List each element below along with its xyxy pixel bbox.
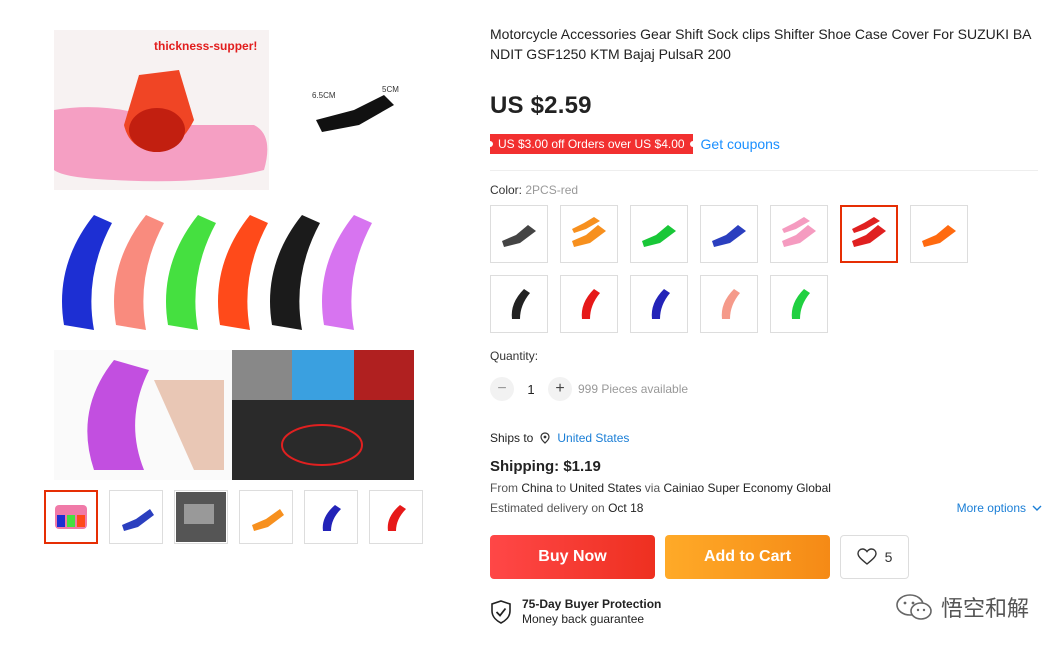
quantity-available: 999 Pieces available [578, 382, 689, 396]
color-label-text: Color: [490, 183, 523, 197]
color-swatch-5[interactable] [770, 205, 828, 263]
delivery-row: Estimated delivery on Oct 18 More option… [490, 501, 1042, 515]
route-via-prefix: via [644, 481, 661, 495]
color-swatch-10[interactable] [630, 275, 688, 333]
dimension-a: 6.5CM [312, 91, 336, 100]
protection-title: 75-Day Buyer Protection [522, 597, 662, 611]
chevron-down-icon [1032, 505, 1042, 511]
shield-check-icon [491, 600, 511, 624]
product-price: US $2.59 [490, 92, 592, 119]
swatch-shifter-image [852, 217, 886, 247]
action-buttons: Buy Now Add to Cart 5 [490, 535, 1050, 579]
thumbnail-6[interactable] [369, 490, 423, 544]
delivery-date: Oct 18 [608, 501, 644, 515]
route-from-prefix: From [490, 481, 518, 495]
get-coupons-link[interactable]: Get coupons [701, 136, 780, 152]
swatch-shifter-image [922, 225, 956, 247]
color-swatch-4[interactable] [700, 205, 758, 263]
quantity-stepper: − 1 + 999 Pieces available [490, 377, 1050, 401]
swatch-shifter-image [782, 217, 816, 247]
wechat-icon [896, 594, 932, 620]
color-label: Color: 2PCS-red [490, 183, 1050, 197]
color-swatch-8[interactable] [490, 275, 548, 333]
swatch-shifter-image [572, 217, 606, 247]
protection-subtitle: Money back guarantee [522, 612, 645, 626]
color-swatch-list [490, 205, 990, 333]
quantity-input[interactable]: 1 [514, 382, 548, 397]
coupon-badge[interactable]: US $3.00 off Orders over US $4.00 [490, 134, 693, 154]
product-photo-collage: thickness-supper! 6.5CM 5CM [54, 30, 414, 480]
divider [490, 170, 1038, 171]
thumbnail-2[interactable] [109, 490, 163, 544]
swatch-shifter-image [721, 289, 740, 319]
swatch-shifter-image [511, 289, 530, 319]
route-carrier: Cainiao Super Economy Global [663, 481, 831, 495]
image-caption: thickness-supper! [154, 39, 257, 53]
shipping-cost: Shipping: $1.19 [490, 458, 601, 475]
quantity-increase-button[interactable]: + [548, 377, 572, 401]
ships-to-label: Ships to [490, 431, 534, 445]
swatch-shifter-image [791, 289, 810, 319]
color-swatch-2[interactable] [560, 205, 618, 263]
product-title: Motorcycle Accessories Gear Shift Sock c… [490, 26, 1032, 62]
more-options-label: More options [956, 501, 1026, 515]
thumbnail-list [44, 490, 423, 544]
estimated-delivery: Estimated delivery on Oct 18 [490, 501, 643, 515]
watermark: 悟空和解 [895, 591, 1029, 623]
color-swatch-11[interactable] [700, 275, 758, 333]
location-pin-icon [540, 432, 550, 444]
color-swatch-12[interactable] [770, 275, 828, 333]
swatch-shifter-image [651, 289, 670, 319]
thumbnail-1[interactable] [44, 490, 98, 544]
product-info: Motorcycle Accessories Gear Shift Sock c… [490, 24, 1050, 627]
dimension-b: 5CM [382, 85, 399, 94]
color-swatch-3[interactable] [630, 205, 688, 263]
shipping-route: From China to United States via Cainiao … [490, 481, 1050, 495]
more-options-link[interactable]: More options [957, 501, 1042, 515]
swatch-shifter-image [581, 289, 600, 319]
swatch-shifter-image [712, 225, 746, 247]
route-from: China [521, 481, 553, 495]
thumbnail-3[interactable] [174, 490, 228, 544]
add-to-cart-button[interactable]: Add to Cart [665, 535, 830, 579]
thumbnail-5[interactable] [304, 490, 358, 544]
watermark-text: 悟空和解 [940, 597, 1029, 622]
quantity-label: Quantity: [490, 349, 539, 363]
heart-icon [856, 548, 877, 565]
route-to-prefix: to [556, 481, 567, 495]
ships-to-row: Ships to United States [490, 431, 1050, 445]
buy-now-button[interactable]: Buy Now [490, 535, 655, 579]
quantity-decrease-button[interactable]: − [490, 377, 514, 401]
route-to: United States [569, 481, 642, 495]
color-swatch-7[interactable] [910, 205, 968, 263]
delivery-prefix: Estimated delivery on [490, 501, 605, 515]
wishlist-count: 5 [884, 549, 893, 565]
color-swatch-6[interactable] [840, 205, 898, 263]
swatch-shifter-image [502, 225, 536, 247]
color-selected-value: 2PCS-red [525, 183, 579, 197]
color-swatch-9[interactable] [560, 275, 618, 333]
color-swatch-1[interactable] [490, 205, 548, 263]
coupon-row: US $3.00 off Orders over US $4.00 Get co… [490, 134, 1050, 154]
swatch-shifter-image [642, 225, 676, 247]
main-product-image[interactable]: thickness-supper! 6.5CM 5CM [54, 30, 414, 480]
thumbnail-4[interactable] [239, 490, 293, 544]
ships-to-country-link[interactable]: United States [557, 431, 629, 445]
wishlist-button[interactable]: 5 [840, 535, 909, 579]
